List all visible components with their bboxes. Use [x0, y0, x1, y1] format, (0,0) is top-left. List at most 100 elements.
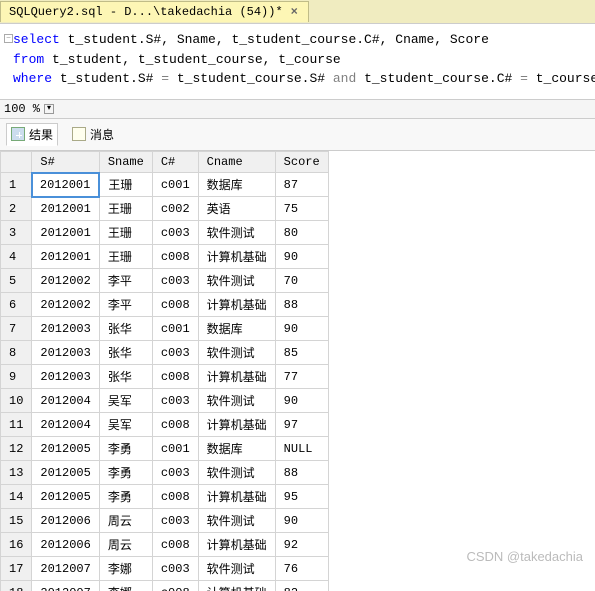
cell[interactable]: 2012002 [32, 293, 99, 317]
row-number[interactable]: 18 [1, 581, 32, 591]
cell[interactable]: 李平 [99, 269, 152, 293]
cell[interactable]: c002 [152, 197, 198, 221]
cell[interactable]: 90 [275, 245, 328, 269]
cell[interactable]: 软件测试 [198, 221, 275, 245]
cell[interactable]: NULL [275, 437, 328, 461]
cell[interactable]: 软件测试 [198, 509, 275, 533]
cell[interactable]: 95 [275, 485, 328, 509]
cell[interactable]: 77 [275, 365, 328, 389]
cell[interactable]: 76 [275, 557, 328, 581]
cell[interactable]: 数据库 [198, 317, 275, 341]
row-number[interactable]: 2 [1, 197, 32, 221]
cell[interactable]: 90 [275, 389, 328, 413]
cell[interactable]: 2012004 [32, 413, 99, 437]
cell[interactable]: 2012007 [32, 557, 99, 581]
cell[interactable]: 李勇 [99, 437, 152, 461]
cell[interactable]: 82 [275, 581, 328, 591]
cell[interactable]: 2012006 [32, 509, 99, 533]
cell[interactable]: c001 [152, 317, 198, 341]
zoom-dropdown-icon[interactable]: ▾ [44, 104, 54, 114]
cell[interactable]: 90 [275, 317, 328, 341]
row-number[interactable]: 16 [1, 533, 32, 557]
cell[interactable]: 计算机基础 [198, 245, 275, 269]
cell[interactable]: 李勇 [99, 461, 152, 485]
cell[interactable]: 王珊 [99, 173, 152, 197]
table-row[interactable]: 152012006周云c003软件测试90 [1, 509, 329, 533]
column-header[interactable]: Score [275, 151, 328, 173]
row-number[interactable]: 7 [1, 317, 32, 341]
cell[interactable]: 英语 [198, 197, 275, 221]
cell[interactable]: 软件测试 [198, 269, 275, 293]
cell[interactable]: c003 [152, 509, 198, 533]
cell[interactable]: 李娜 [99, 581, 152, 591]
row-number[interactable]: 17 [1, 557, 32, 581]
table-row[interactable]: 172012007李娜c003软件测试76 [1, 557, 329, 581]
cell[interactable]: 2012004 [32, 389, 99, 413]
code-lines[interactable]: select t_student.S#, Sname, t_student_co… [13, 30, 595, 89]
cell[interactable]: c008 [152, 413, 198, 437]
zoom-value[interactable]: 100 % [4, 102, 40, 116]
table-row[interactable]: 72012003张华c001数据库90 [1, 317, 329, 341]
cell[interactable]: c008 [152, 485, 198, 509]
row-number[interactable]: 8 [1, 341, 32, 365]
cell[interactable]: 2012003 [32, 317, 99, 341]
cell[interactable]: 张华 [99, 365, 152, 389]
cell[interactable]: 2012003 [32, 365, 99, 389]
cell[interactable]: 张华 [99, 317, 152, 341]
row-number[interactable]: 6 [1, 293, 32, 317]
cell[interactable]: 80 [275, 221, 328, 245]
cell[interactable]: 2012005 [32, 461, 99, 485]
cell[interactable]: c003 [152, 461, 198, 485]
table-row[interactable]: 142012005李勇c008计算机基础95 [1, 485, 329, 509]
cell[interactable]: c008 [152, 293, 198, 317]
cell[interactable]: 2012007 [32, 581, 99, 591]
cell[interactable]: 97 [275, 413, 328, 437]
cell[interactable]: 软件测试 [198, 389, 275, 413]
cell[interactable]: 李娜 [99, 557, 152, 581]
table-row[interactable]: 182012007李娜c008计算机基础82 [1, 581, 329, 591]
cell[interactable]: c003 [152, 269, 198, 293]
cell[interactable]: 计算机基础 [198, 581, 275, 591]
cell[interactable]: 2012001 [32, 221, 99, 245]
table-row[interactable]: 52012002李平c003软件测试70 [1, 269, 329, 293]
cell[interactable]: c001 [152, 173, 198, 197]
cell[interactable]: 88 [275, 461, 328, 485]
results-grid-wrap[interactable]: S#SnameC#CnameScore 12012001王珊c001数据库872… [0, 151, 595, 591]
cell[interactable]: 88 [275, 293, 328, 317]
cell[interactable]: 周云 [99, 533, 152, 557]
cell[interactable]: 张华 [99, 341, 152, 365]
cell[interactable]: 计算机基础 [198, 533, 275, 557]
cell[interactable]: c008 [152, 581, 198, 591]
cell[interactable]: 李勇 [99, 485, 152, 509]
cell[interactable]: 数据库 [198, 173, 275, 197]
row-number[interactable]: 14 [1, 485, 32, 509]
cell[interactable]: c008 [152, 365, 198, 389]
cell[interactable]: 2012005 [32, 485, 99, 509]
cell[interactable]: 85 [275, 341, 328, 365]
cell[interactable]: 75 [275, 197, 328, 221]
cell[interactable]: 吴军 [99, 413, 152, 437]
cell[interactable]: c003 [152, 221, 198, 245]
table-row[interactable]: 22012001王珊c002英语75 [1, 197, 329, 221]
cell[interactable]: 计算机基础 [198, 413, 275, 437]
cell[interactable]: 2012003 [32, 341, 99, 365]
table-row[interactable]: 12012001王珊c001数据库87 [1, 173, 329, 197]
cell[interactable]: 软件测试 [198, 557, 275, 581]
cell[interactable]: 70 [275, 269, 328, 293]
row-header-blank[interactable] [1, 151, 32, 173]
cell[interactable]: 92 [275, 533, 328, 557]
row-number[interactable]: 4 [1, 245, 32, 269]
cell[interactable]: 2012002 [32, 269, 99, 293]
cell[interactable]: 王珊 [99, 197, 152, 221]
table-row[interactable]: 102012004吴军c003软件测试90 [1, 389, 329, 413]
cell[interactable]: 吴军 [99, 389, 152, 413]
cell[interactable]: c003 [152, 389, 198, 413]
cell[interactable]: 王珊 [99, 221, 152, 245]
cell[interactable]: 数据库 [198, 437, 275, 461]
cell[interactable]: 软件测试 [198, 461, 275, 485]
cell[interactable]: c008 [152, 245, 198, 269]
row-number[interactable]: 3 [1, 221, 32, 245]
table-row[interactable]: 132012005李勇c003软件测试88 [1, 461, 329, 485]
cell[interactable]: 计算机基础 [198, 365, 275, 389]
file-tab[interactable]: SQLQuery2.sql - D...\takedachia (54))* × [0, 1, 309, 22]
